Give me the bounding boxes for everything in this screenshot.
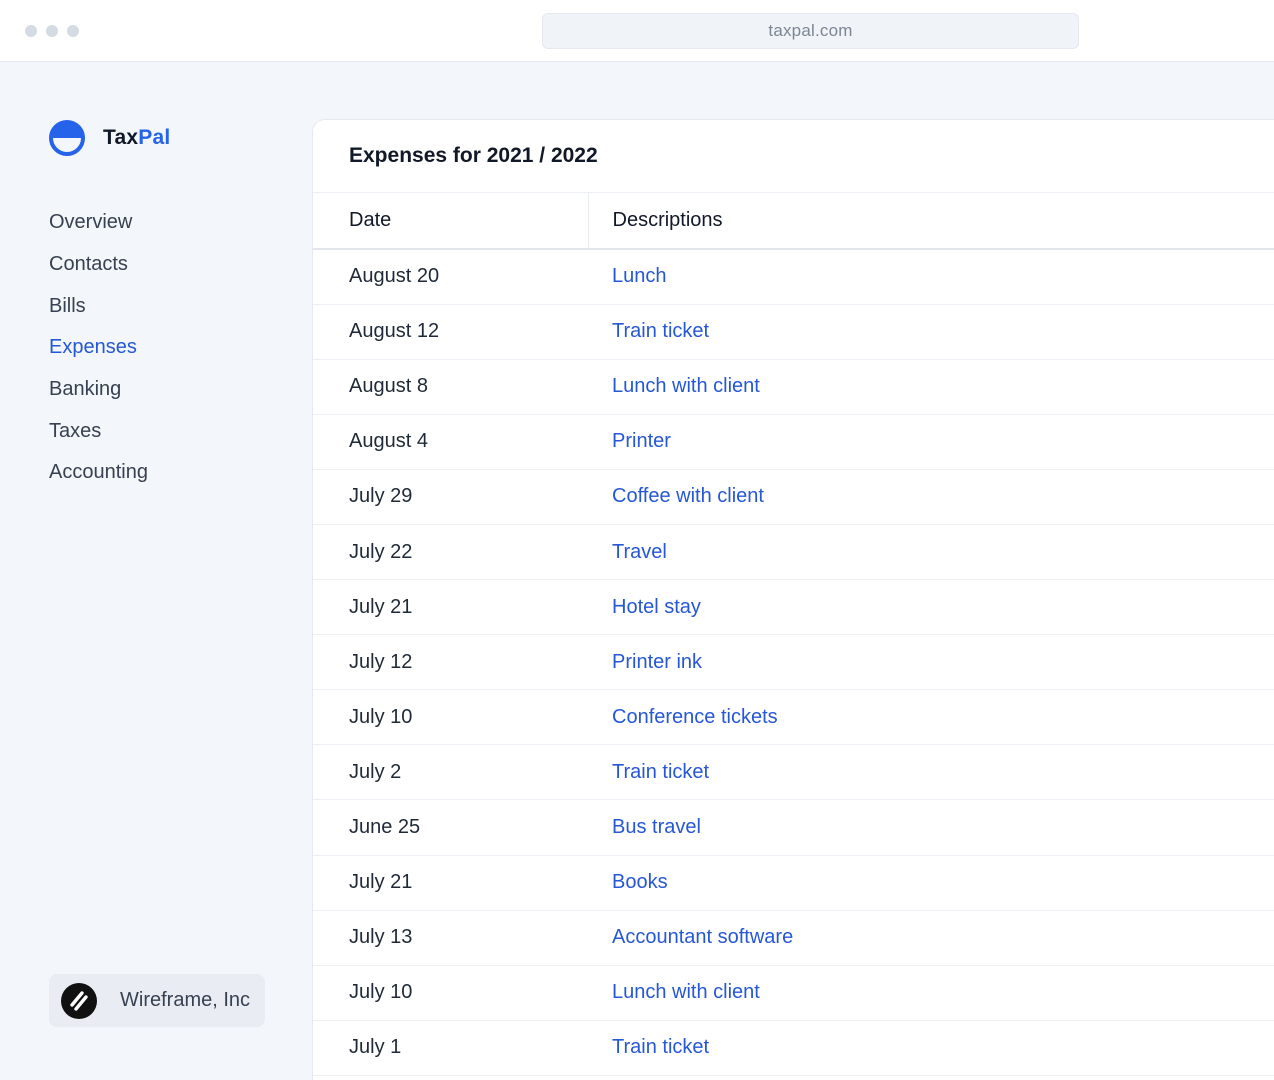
table-row: July 21 Books xyxy=(313,855,1274,911)
page-title: Expenses for 2021 / 2022 xyxy=(313,120,1274,193)
window-close-button[interactable] xyxy=(25,25,37,37)
table-row: August 12 Train ticket xyxy=(313,304,1274,360)
row-description-link[interactable]: Hotel stay xyxy=(588,579,1274,636)
taxpal-logo-icon xyxy=(49,120,85,156)
row-date: June 25 xyxy=(313,799,588,856)
table-row: July 10 Conference tickets xyxy=(313,689,1274,746)
table-row: July 10 Lunch with client xyxy=(313,965,1274,1021)
window-minimize-button[interactable] xyxy=(46,25,58,37)
row-date: August 8 xyxy=(313,359,588,415)
table-row: July 2 Train ticket xyxy=(313,744,1274,801)
window-controls xyxy=(25,25,79,37)
row-description-link[interactable]: Travel xyxy=(588,524,1274,581)
row-description-link[interactable]: Coffee with client xyxy=(588,469,1274,525)
brand[interactable]: TaxPal xyxy=(49,120,170,156)
sidebar-item-expenses[interactable]: Expenses xyxy=(49,327,148,369)
row-date: July 2 xyxy=(313,744,588,801)
row-description-link[interactable]: Printer xyxy=(588,414,1274,470)
row-date: August 4 xyxy=(313,414,588,470)
column-header-date[interactable]: Date xyxy=(313,193,589,250)
table-row: July 1 Train ticket xyxy=(313,1020,1274,1076)
row-date: July 21 xyxy=(313,855,588,911)
table-row: July 21 Hotel stay xyxy=(313,579,1274,636)
row-description-link[interactable]: Train ticket xyxy=(588,1020,1274,1076)
sidebar-nav: Overview Contacts Bills Expenses Banking… xyxy=(49,202,148,494)
organization-switcher[interactable]: Wireframe, Inc xyxy=(49,974,265,1027)
table-row: July 22 Travel xyxy=(313,524,1274,581)
table-row: June 25 Bus travel xyxy=(313,799,1274,856)
sidebar-item-contacts[interactable]: Contacts xyxy=(49,244,148,286)
window-maximize-button[interactable] xyxy=(67,25,79,37)
sidebar: TaxPal Overview Contacts Bills Expenses … xyxy=(0,62,312,1080)
row-description-link[interactable]: Bus travel xyxy=(588,799,1274,856)
brand-name: TaxPal xyxy=(103,126,170,150)
row-date: July 13 xyxy=(313,910,588,966)
row-date: July 22 xyxy=(313,524,588,581)
row-description-link[interactable]: Lunch xyxy=(588,249,1274,305)
expenses-table: Date Descriptions August 20 Lunch August … xyxy=(313,193,1274,1076)
sidebar-item-accounting[interactable]: Accounting xyxy=(49,452,148,494)
row-description-link[interactable]: Books xyxy=(588,855,1274,911)
row-date: August 20 xyxy=(313,249,588,305)
sidebar-item-bills[interactable]: Bills xyxy=(49,285,148,327)
column-header-descriptions[interactable]: Descriptions xyxy=(588,193,1274,250)
table-row: August 20 Lunch xyxy=(313,249,1274,305)
table-header-row: Date Descriptions xyxy=(313,193,1274,250)
row-description-link[interactable]: Accountant software xyxy=(588,910,1274,966)
row-date: July 12 xyxy=(313,634,588,691)
browser-toolbar: taxpal.com xyxy=(0,0,1274,62)
row-description-link[interactable]: Printer ink xyxy=(588,634,1274,691)
table-row: August 4 Printer xyxy=(313,414,1274,470)
row-date: July 10 xyxy=(313,689,588,746)
table-row: July 13 Accountant software xyxy=(313,910,1274,966)
row-date: August 12 xyxy=(313,304,588,360)
table-row: August 8 Lunch with client xyxy=(313,359,1274,415)
table-row: July 12 Printer ink xyxy=(313,634,1274,691)
sidebar-item-overview[interactable]: Overview xyxy=(49,202,148,244)
expenses-panel: Expenses for 2021 / 2022 Date Descriptio… xyxy=(313,120,1274,1080)
sidebar-item-taxes[interactable]: Taxes xyxy=(49,410,148,452)
brand-name-primary: Tax xyxy=(103,126,139,149)
row-description-link[interactable]: Train ticket xyxy=(588,744,1274,801)
table-body: August 20 Lunch August 12 Train ticket Aug… xyxy=(313,249,1274,1076)
sidebar-item-banking[interactable]: Banking xyxy=(49,369,148,411)
address-bar[interactable]: taxpal.com xyxy=(542,13,1079,49)
row-date: July 21 xyxy=(313,579,588,636)
wireframe-logo-icon xyxy=(61,982,97,1019)
row-date: July 10 xyxy=(313,965,588,1021)
row-description-link[interactable]: Conference tickets xyxy=(588,689,1274,746)
row-date: July 29 xyxy=(313,469,588,525)
table-row: July 29 Coffee with client xyxy=(313,469,1274,525)
row-date: July 1 xyxy=(313,1020,588,1076)
row-description-link[interactable]: Lunch with client xyxy=(588,359,1274,415)
app-shell: TaxPal Overview Contacts Bills Expenses … xyxy=(0,62,1274,1080)
row-description-link[interactable]: Train ticket xyxy=(588,304,1274,360)
row-description-link[interactable]: Lunch with client xyxy=(588,965,1274,1021)
address-bar-url: taxpal.com xyxy=(768,21,853,40)
organization-name: Wireframe, Inc xyxy=(120,989,251,1011)
brand-name-accent: Pal xyxy=(138,126,171,149)
